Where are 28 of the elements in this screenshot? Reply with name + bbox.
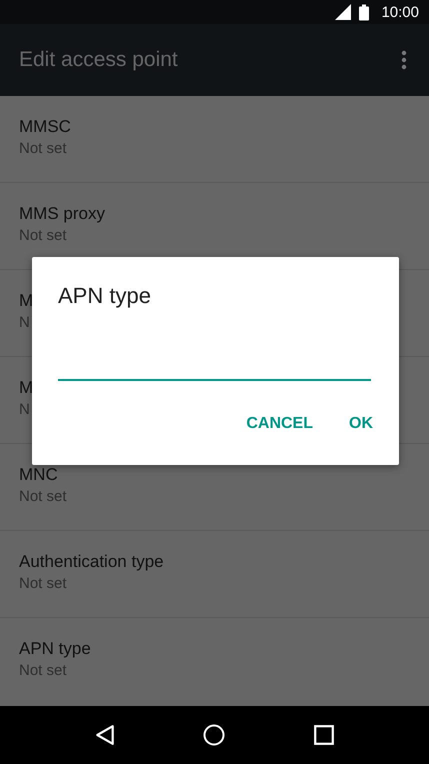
screen-title: Edit access point [19,48,178,72]
status-time: 10:00 [381,4,419,20]
dialog-button[interactable]: CANCEL [234,407,325,441]
setting-title: MMSC [19,116,71,138]
battery-icon [359,4,370,20]
setting-title: APN type [19,638,91,660]
setting-item[interactable]: MMSC Not set [0,96,429,183]
setting-item[interactable]: APN type Not set [0,618,429,704]
setting-title: M [19,290,34,312]
setting-value: Not set [19,487,67,507]
setting-value: Not set [19,574,67,594]
setting-title: Authentication type [19,551,164,573]
setting-title: MMS proxy [19,203,105,225]
signal-icon [335,4,352,20]
recent-apps-icon[interactable] [313,724,336,746]
setting-value: Not set [19,226,67,246]
setting-item[interactable]: Authentication type Not set [0,531,429,618]
back-icon[interactable] [94,724,116,746]
setting-title: M [19,377,34,399]
setting-value: N [19,400,30,420]
dialog-title: APN type [58,283,151,309]
dialog-button[interactable]: OK [337,407,385,441]
setting-value: Not set [19,661,67,681]
setting-value: N [19,313,30,333]
setting-title: MNC [19,464,58,486]
more-options-icon[interactable] [401,50,407,70]
setting-value: Not set [19,139,67,159]
home-icon[interactable] [203,724,226,746]
